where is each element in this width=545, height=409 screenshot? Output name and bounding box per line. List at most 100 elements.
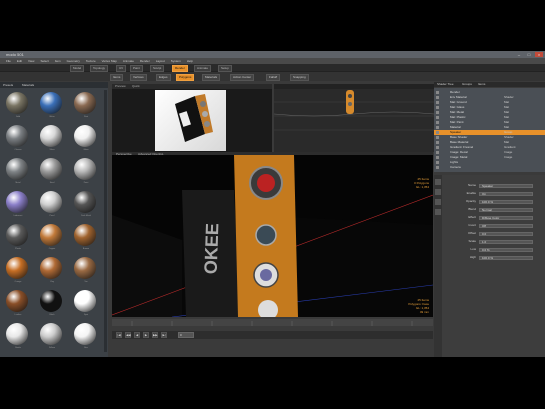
material-preset[interactable]: Black	[37, 288, 67, 320]
material-preset[interactable]: Dark Metal	[71, 189, 101, 221]
playback-button[interactable]: ▶	[143, 332, 149, 338]
material-label: Dark Metal	[81, 215, 91, 217]
mode-tab-topology[interactable]: Topology	[90, 65, 109, 72]
property-row: Enable On	[434, 191, 545, 196]
material-swatch-icon	[6, 257, 28, 279]
visibility-icon[interactable]	[436, 141, 439, 144]
material-preset[interactable]: Silver	[37, 123, 67, 155]
material-swatch-icon	[6, 224, 28, 246]
material-preset[interactable]: Chrome	[3, 123, 33, 155]
material-preset[interactable]: Box	[71, 321, 101, 353]
mode-tab-model[interactable]: Model	[70, 65, 85, 72]
mode-tab-sculpt[interactable]: Sculpt	[150, 65, 165, 72]
material-preset[interactable]: Spot	[71, 288, 101, 320]
property-value-field[interactable]: Off	[479, 223, 533, 228]
property-value-field[interactable]: On	[479, 191, 533, 196]
playback-button[interactable]: ◀◀	[125, 332, 131, 338]
visibility-icon[interactable]	[436, 166, 439, 169]
property-value-field[interactable]: Normal	[479, 207, 533, 212]
mode-tab-uv[interactable]: UV	[116, 65, 127, 72]
select-mode-materials[interactable]: Materials	[202, 74, 221, 81]
mode-tab-render[interactable]: Render	[172, 65, 188, 72]
presets-scrollbar[interactable]	[104, 90, 107, 352]
property-value-field[interactable]: Speaker	[479, 183, 533, 188]
playback-button[interactable]: |◀	[116, 332, 122, 338]
visibility-icon[interactable]	[436, 116, 439, 119]
properties-tab-icon[interactable]	[435, 179, 441, 185]
visibility-icon[interactable]	[436, 126, 439, 129]
material-preset[interactable]: Studio	[3, 321, 33, 353]
mode-tab-setup[interactable]: Setup	[218, 65, 232, 72]
visibility-icon[interactable]	[436, 151, 439, 154]
visibility-icon[interactable]	[436, 156, 439, 159]
material-preset[interactable]: Clay	[37, 255, 67, 287]
maximize-button[interactable]: □	[525, 52, 533, 57]
select-mode-edges[interactable]: Edges	[156, 74, 171, 81]
tab-shader-tree[interactable]: Shader Tree	[437, 82, 454, 87]
select-mode-falloff[interactable]: Falloff	[266, 74, 281, 81]
material-preset[interactable]: Plastic	[3, 222, 33, 254]
visibility-icon[interactable]	[436, 111, 439, 114]
visibility-icon[interactable]	[436, 96, 439, 99]
mode-tab-animate[interactable]: Animate	[194, 65, 212, 72]
property-value-field[interactable]: 1.0	[479, 239, 533, 244]
material-preset[interactable]: Metal	[3, 156, 33, 188]
visibility-icon[interactable]	[436, 91, 439, 94]
visibility-icon[interactable]	[436, 106, 439, 109]
select-mode-vertices[interactable]: Vertices	[130, 74, 147, 81]
tab-groups[interactable]: Groups	[462, 82, 472, 87]
material-preset[interactable]: Iridescent	[3, 189, 33, 221]
minimize-button[interactable]: –	[515, 52, 523, 57]
material-preset[interactable]: Bronze	[71, 222, 101, 254]
material-preset[interactable]: Gold	[3, 90, 33, 122]
select-mode-snapping[interactable]: Snapping	[290, 74, 309, 81]
tab-materials[interactable]: Materials	[22, 83, 34, 87]
viewport-info-top: 25 Items 0 Polygons GL: 1,354	[414, 177, 429, 189]
playback-button[interactable]: ▶|	[161, 332, 167, 338]
visibility-icon[interactable]	[436, 146, 439, 149]
visibility-icon[interactable]	[436, 131, 439, 134]
tab-items[interactable]: Items	[478, 82, 485, 87]
frame-field[interactable]: 0	[178, 332, 194, 338]
material-preset[interactable]: Water	[37, 90, 67, 122]
material-preset[interactable]: Orange	[3, 255, 33, 287]
material-preset[interactable]: Copper	[37, 222, 67, 254]
close-button[interactable]: ×	[535, 52, 543, 57]
material-preset[interactable]: Diffuse	[37, 321, 67, 353]
material-preset[interactable]: Rust	[71, 90, 101, 122]
visibility-icon[interactable]	[436, 121, 439, 124]
property-value-field[interactable]: 0.0	[479, 231, 533, 236]
material-preset[interactable]: Steel	[37, 156, 67, 188]
info-tab-icon[interactable]	[435, 209, 441, 215]
viewport-info-bottom: 25 Items Polygons: Face GL: 1,354 49 mm	[408, 298, 429, 314]
display-tab-icon[interactable]	[435, 189, 441, 195]
property-value-field[interactable]: 100.0 %	[479, 199, 533, 204]
material-preset[interactable]: Leather	[3, 288, 33, 320]
select-mode-items[interactable]: Items	[110, 74, 124, 81]
material-preset[interactable]: Paint	[71, 156, 101, 188]
3d-viewport[interactable]: OKEE 25 Items 0 Polygons GL: 1,354 25 It…	[112, 155, 433, 317]
select-mode-polygons[interactable]: Polygons	[176, 74, 195, 81]
tab-quick[interactable]: Quick	[132, 84, 140, 89]
property-value-field[interactable]: Diffuse Color	[479, 215, 533, 220]
tab-presets[interactable]: Presets	[3, 83, 13, 87]
select-mode-action-center[interactable]: Action Center	[230, 74, 255, 81]
material-preset[interactable]: Glass	[71, 123, 101, 155]
visibility-icon[interactable]	[436, 136, 439, 139]
material-preset[interactable]: Tan	[71, 255, 101, 287]
mode-tab-paint[interactable]: Paint	[130, 65, 143, 72]
tab-preview[interactable]: Preview	[115, 84, 126, 89]
shader-tree-row[interactable]: Camera	[434, 165, 545, 170]
property-value-field[interactable]: 0.0 %	[479, 247, 533, 252]
material-swatch-icon	[40, 92, 62, 114]
visibility-icon[interactable]	[436, 101, 439, 104]
playback-button[interactable]: ▶▶	[152, 332, 158, 338]
visibility-icon[interactable]	[436, 161, 439, 164]
hud-gl: GL: 1,354	[415, 185, 429, 189]
property-value-field[interactable]: 100.0 %	[479, 255, 533, 260]
property-label: Invert	[468, 223, 476, 227]
time-ruler[interactable]	[112, 319, 433, 326]
material-preset[interactable]: Pearl	[37, 189, 67, 221]
channels-tab-icon[interactable]	[435, 199, 441, 205]
playback-button[interactable]: ◀	[134, 332, 140, 338]
